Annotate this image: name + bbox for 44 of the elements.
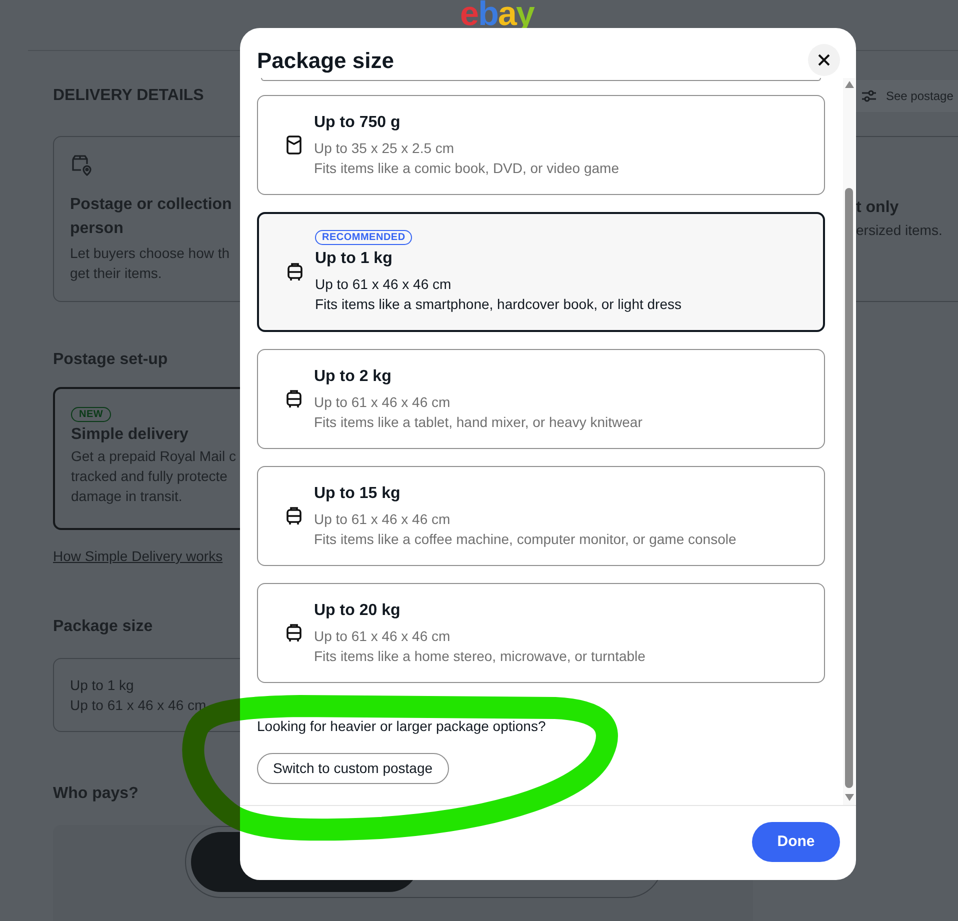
section-title: DELIVERY DETAILS xyxy=(53,86,204,106)
package-option[interactable]: Up to 2 kg Up to 61 x 46 x 46 cm Fits items like a tablet, hand mixer, or heavy knitwear xyxy=(257,349,825,449)
parcel-icon xyxy=(286,506,302,526)
package-option[interactable]: Up to 15 kg Up to 61 x 46 x 46 cm Fits items like a coffee machine, computer monitor, or game console xyxy=(257,466,825,566)
parcel-icon xyxy=(287,262,303,282)
scroll-down-icon[interactable] xyxy=(844,794,854,801)
delivery-option-description: get their items. xyxy=(70,264,162,283)
section-heading: Package size xyxy=(53,617,153,637)
section-heading: Who pays? xyxy=(53,784,138,804)
package-option[interactable]: Up to 20 kg Up to 61 x 46 x 46 cm Fits items like a home stereo, microwave, or turntable xyxy=(257,583,825,683)
delivery-option-description: Let buyers choose how th xyxy=(70,244,230,263)
package-pin-icon xyxy=(70,153,94,177)
option-dimensions: Up to 61 x 46 x 46 cm xyxy=(314,627,452,646)
how-it-works-link[interactable]: How Simple Delivery works xyxy=(53,546,223,566)
simple-delivery-title: Simple delivery xyxy=(71,425,188,445)
simple-delivery-description: damage in transit. xyxy=(71,487,182,506)
done-button[interactable]: Done xyxy=(752,822,840,862)
dialog-title: Package size xyxy=(257,46,394,75)
option-examples: Fits items like a coffee machine, computer monitor, or game console xyxy=(314,530,736,549)
scrollbar-thumb[interactable] xyxy=(845,188,853,788)
postage-filter-chip[interactable]: See postage xyxy=(855,80,958,112)
new-badge: NEW xyxy=(71,407,112,422)
option-title: Up to 750 g xyxy=(314,113,402,133)
option-title: Up to 20 kg xyxy=(314,601,402,621)
sliders-icon xyxy=(861,88,877,104)
simple-delivery-description: Get a prepaid Royal Mail c xyxy=(71,447,236,466)
delivery-option-description: ersized items. xyxy=(856,221,942,240)
scrollbar[interactable] xyxy=(843,78,855,805)
recommended-badge: RECOMMENDED xyxy=(315,230,412,245)
custom-postage-button[interactable]: Switch to custom postage xyxy=(257,753,449,784)
simple-delivery-description: tracked and fully protecte xyxy=(71,467,228,486)
package-option[interactable]: Up to 750 g Up to 35 x 25 x 2.5 cm Fits items like a comic book, DVD, or video game xyxy=(257,95,825,195)
package-option[interactable]: RECOMMENDED Up to 1 kg Up to 61 x 46 x 46 cm Fits items like a smartphone, hardcover book, or light dress xyxy=(257,212,825,332)
envelope-icon xyxy=(286,135,302,155)
delivery-option-title: person xyxy=(70,219,124,239)
close-icon xyxy=(817,53,831,67)
option-title: Up to 2 kg xyxy=(314,367,392,387)
parcel-icon xyxy=(286,623,302,643)
delivery-option-title: Postage or collection xyxy=(70,195,232,215)
section-heading: Postage set-up xyxy=(53,350,168,370)
scroll-up-icon[interactable] xyxy=(844,81,854,88)
parcel-icon xyxy=(286,389,302,409)
delivery-option-title: t only xyxy=(856,198,900,218)
close-button[interactable] xyxy=(808,44,840,76)
